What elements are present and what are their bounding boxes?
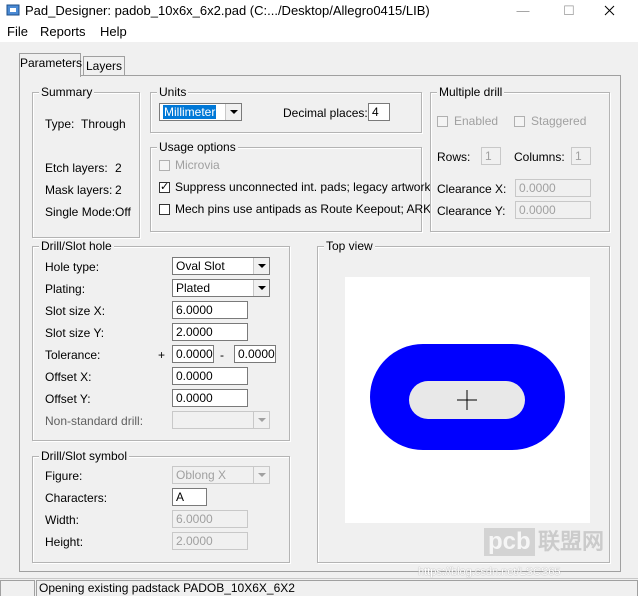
minimize-button[interactable]: — bbox=[500, 0, 546, 21]
tolerance-label: Tolerance: bbox=[45, 348, 101, 362]
offset-x-input[interactable]: 0.0000 bbox=[172, 367, 248, 385]
mech-pins-checkbox[interactable] bbox=[159, 204, 170, 215]
hole-type-dropdown-icon bbox=[253, 258, 269, 274]
type-value: Through bbox=[81, 117, 126, 131]
watermark-brand: pcb bbox=[484, 528, 535, 556]
offset-y-input[interactable]: 0.0000 bbox=[172, 389, 248, 407]
tolerance-plus-sign: + bbox=[158, 348, 166, 362]
staggered-checkbox[interactable] bbox=[514, 116, 525, 127]
app-icon bbox=[6, 4, 20, 16]
mask-layers-value: 2 bbox=[115, 183, 122, 197]
menu-reports[interactable]: Reports bbox=[40, 24, 86, 39]
status-cell-blank bbox=[0, 580, 35, 596]
top-view-title: Top view bbox=[324, 239, 375, 253]
tolerance-minus-input[interactable]: 0.0000 bbox=[234, 345, 276, 363]
offset-y-label: Offset Y: bbox=[45, 392, 91, 406]
drill-slot-hole-title: Drill/Slot hole bbox=[39, 239, 114, 253]
height-input[interactable]: 2.0000 bbox=[172, 532, 248, 550]
menu-bar bbox=[0, 21, 638, 42]
units-select[interactable]: Millimeter bbox=[159, 103, 242, 121]
slot-size-x-input[interactable]: 6.0000 bbox=[172, 301, 248, 319]
slot-size-x-label: Slot size X: bbox=[45, 304, 106, 318]
width-label: Width: bbox=[45, 513, 80, 527]
tab-layers[interactable]: Layers bbox=[83, 56, 125, 76]
maximize-button[interactable]: ☐ bbox=[546, 0, 592, 21]
characters-input[interactable]: A bbox=[172, 488, 207, 506]
height-label: Height: bbox=[45, 535, 84, 549]
multiple-drill-title: Multiple drill bbox=[437, 85, 505, 99]
slot-size-y-input[interactable]: 2.0000 bbox=[172, 323, 248, 341]
slot-size-y-label: Slot size Y: bbox=[45, 326, 105, 340]
status-message: Opening existing padstack PADOB_10X6X_6X… bbox=[36, 580, 638, 596]
clearance-x-input[interactable]: 0.0000 bbox=[515, 179, 591, 197]
rows-label: Rows: bbox=[437, 150, 471, 164]
units-dropdown-icon bbox=[225, 104, 241, 120]
decimal-places-label: Decimal places: bbox=[283, 106, 368, 120]
columns-input[interactable]: 1 bbox=[571, 147, 591, 165]
offset-x-label: Offset X: bbox=[45, 370, 92, 384]
hole-type-select[interactable]: Oval Slot bbox=[172, 257, 270, 275]
etch-layers-label: Etch layers: bbox=[45, 161, 108, 175]
clearance-x-label: Clearance X: bbox=[437, 182, 507, 196]
plating-value: Plated bbox=[176, 281, 211, 295]
watermark-brand-cn: 联盟网 bbox=[538, 529, 605, 554]
top-view-group: Top view bbox=[317, 239, 610, 563]
figure-label: Figure: bbox=[45, 469, 83, 483]
units-group: Units Millimeter Decimal places: 4 bbox=[150, 85, 422, 133]
units-selected-value: Millimeter bbox=[163, 105, 217, 119]
units-title: Units bbox=[157, 85, 189, 99]
mech-pins-label: Mech pins use antipads as Route Keepout;… bbox=[175, 202, 432, 216]
non-standard-drill-select[interactable] bbox=[172, 411, 270, 429]
clearance-y-input[interactable]: 0.0000 bbox=[515, 201, 591, 219]
drill-slot-symbol-title: Drill/Slot symbol bbox=[39, 449, 130, 463]
figure-dropdown-icon bbox=[253, 467, 269, 483]
usage-options-title: Usage options bbox=[157, 140, 238, 154]
top-view-canvas bbox=[345, 277, 590, 523]
enabled-checkbox[interactable] bbox=[437, 116, 448, 127]
enabled-label: Enabled bbox=[454, 114, 499, 128]
suppress-unconnected-checkbox[interactable] bbox=[159, 180, 170, 193]
hole-type-label: Hole type: bbox=[45, 260, 100, 274]
drill-slot-symbol-group: Drill/Slot symbol Figure: Oblong X Chara… bbox=[32, 449, 290, 563]
clearance-y-label: Clearance Y: bbox=[437, 204, 506, 218]
single-mode-value: Off bbox=[115, 205, 131, 219]
suppress-unconnected-label: Suppress unconnected int. pads; legacy a… bbox=[175, 180, 431, 194]
tab-parameters[interactable]: Parameters bbox=[19, 53, 82, 77]
single-mode-label: Single Mode: bbox=[45, 205, 116, 219]
menu-help[interactable]: Help bbox=[100, 24, 127, 39]
window-title: Pad_Designer: padob_10x6x_6x2.pad (C:...… bbox=[25, 3, 430, 18]
close-icon[interactable] bbox=[604, 5, 615, 16]
figure-select[interactable]: Oblong X bbox=[172, 466, 270, 484]
multiple-drill-group: Multiple drill Enabled Staggered Rows: 1… bbox=[430, 85, 610, 232]
etch-layers-value: 2 bbox=[115, 161, 122, 175]
figure-value: Oblong X bbox=[176, 468, 227, 482]
microvia-label: Microvia bbox=[175, 158, 220, 172]
width-input[interactable]: 6.0000 bbox=[172, 510, 248, 528]
staggered-label: Staggered bbox=[531, 114, 587, 128]
summary-group: Summary Type: Through Etch layers: 2 Mas… bbox=[32, 85, 140, 238]
parameters-panel: Summary Type: Through Etch layers: 2 Mas… bbox=[19, 75, 621, 572]
tolerance-plus-input[interactable]: 0.0000 bbox=[172, 345, 214, 363]
type-label: Type: bbox=[45, 117, 75, 131]
usage-options-group: Usage options Microvia Suppress unconnec… bbox=[150, 140, 431, 232]
microvia-checkbox[interactable] bbox=[159, 160, 170, 171]
watermark-url: https://blog.csdn.net/LSCS65 bbox=[418, 566, 561, 578]
non-standard-drill-dropdown-icon bbox=[253, 412, 269, 428]
mask-layers-label: Mask layers: bbox=[45, 183, 113, 197]
columns-label: Columns: bbox=[514, 150, 565, 164]
menu-file[interactable]: File bbox=[7, 24, 28, 39]
rows-input[interactable]: 1 bbox=[481, 147, 501, 165]
plating-select[interactable]: Plated bbox=[172, 279, 270, 297]
tolerance-minus-sign: - bbox=[220, 348, 224, 362]
drill-slot-hole-group: Drill/Slot hole Hole type: Oval Slot Pla… bbox=[32, 239, 290, 441]
watermark-logo: pcb 联盟网 bbox=[484, 528, 604, 556]
plating-label: Plating: bbox=[45, 282, 86, 296]
decimal-places-input[interactable]: 4 bbox=[368, 103, 390, 121]
plating-dropdown-icon bbox=[253, 280, 269, 296]
non-standard-drill-label: Non-standard drill: bbox=[45, 414, 144, 428]
characters-label: Characters: bbox=[45, 491, 108, 505]
hole-type-value: Oval Slot bbox=[176, 259, 225, 273]
summary-title: Summary bbox=[39, 85, 95, 99]
